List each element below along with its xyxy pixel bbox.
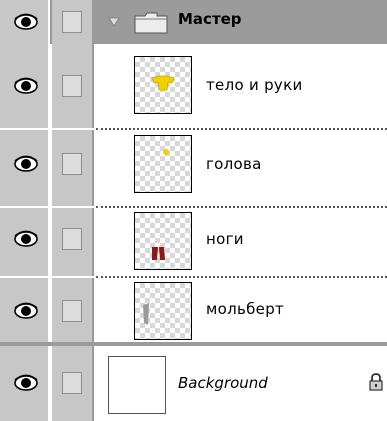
- layer-name: голова: [206, 155, 262, 173]
- link-toggle[interactable]: [52, 346, 94, 421]
- eye-icon: [14, 155, 38, 172]
- link-toggle[interactable]: [52, 44, 94, 128]
- layer-name: мольберт: [206, 300, 285, 318]
- layer-name: тело и руки: [206, 76, 303, 94]
- layer-content[interactable]: ноги: [96, 208, 387, 276]
- background-layer-row[interactable]: Background: [0, 346, 387, 421]
- link-toggle[interactable]: [52, 278, 94, 342]
- legs-icon: [152, 247, 165, 260]
- layer-thumbnail: [134, 212, 192, 270]
- layer-content[interactable]: мольберт: [96, 278, 387, 342]
- eye-icon: [14, 13, 38, 30]
- link-toggle[interactable]: [52, 208, 94, 276]
- layer-row[interactable]: тело и руки: [0, 44, 387, 128]
- visibility-toggle[interactable]: [0, 130, 50, 206]
- link-box[interactable]: [62, 75, 82, 97]
- layers-panel: Мастер тело и руки голова ноги мольберт …: [0, 0, 387, 421]
- layer-name: Background: [178, 374, 268, 392]
- layer-content[interactable]: голова: [96, 130, 387, 206]
- link-box[interactable]: [62, 372, 82, 394]
- layer-thumbnail: [134, 282, 192, 340]
- layer-content[interactable]: Background: [96, 346, 387, 421]
- link-box[interactable]: [62, 228, 82, 250]
- lock-icon: [369, 373, 383, 391]
- group-name: Мастер: [178, 10, 242, 28]
- group-row-master[interactable]: Мастер: [0, 0, 387, 44]
- eye-icon: [14, 77, 38, 94]
- layer-row[interactable]: голова: [0, 130, 387, 206]
- group-header[interactable]: Мастер: [96, 0, 387, 44]
- layer-row[interactable]: мольберт: [0, 278, 387, 342]
- visibility-toggle[interactable]: [0, 278, 50, 342]
- expand-triangle-icon[interactable]: [108, 17, 120, 27]
- layer-thumbnail: [134, 135, 192, 193]
- eye-icon: [14, 374, 38, 391]
- layer-content[interactable]: тело и руки: [96, 44, 387, 128]
- head-icon: [163, 149, 169, 155]
- layer-thumbnail: [134, 56, 192, 114]
- eye-icon: [14, 230, 38, 247]
- layer-row[interactable]: ноги: [0, 208, 387, 276]
- eye-icon: [14, 302, 38, 319]
- visibility-toggle[interactable]: [0, 0, 50, 44]
- layer-name: ноги: [206, 230, 244, 248]
- visibility-toggle[interactable]: [0, 44, 50, 128]
- link-box[interactable]: [62, 153, 82, 175]
- shirt-icon: [151, 75, 175, 91]
- visibility-toggle[interactable]: [0, 346, 50, 421]
- layer-thumbnail: [108, 356, 166, 414]
- link-box[interactable]: [62, 300, 82, 322]
- easel-icon: [143, 303, 149, 325]
- folder-icon: [134, 12, 168, 34]
- link-box[interactable]: [62, 11, 82, 33]
- link-toggle[interactable]: [52, 0, 94, 44]
- link-toggle[interactable]: [52, 130, 94, 206]
- visibility-toggle[interactable]: [0, 208, 50, 276]
